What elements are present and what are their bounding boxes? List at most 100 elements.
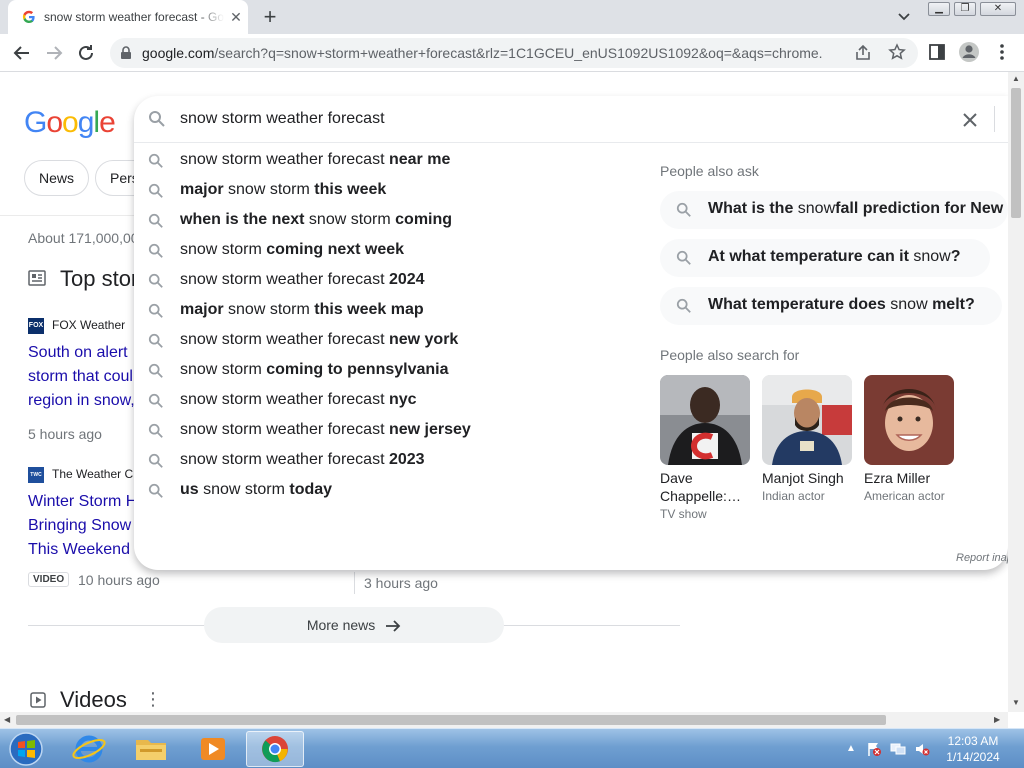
scroll-down-arrow-icon[interactable]: ▼	[1012, 698, 1020, 707]
bookmark-star-icon[interactable]	[888, 43, 906, 61]
suggestion-item[interactable]: snow storm weather forecast 2024	[134, 266, 634, 296]
person-photo	[864, 375, 954, 465]
search-icon	[148, 183, 164, 199]
video-badge: VIDEO	[28, 572, 70, 587]
suggestion-item[interactable]: snow storm weather forecast nyc	[134, 386, 634, 416]
reload-icon[interactable]	[74, 41, 98, 65]
report-inappropriate-link[interactable]: Report inap	[956, 552, 1013, 564]
search-icon	[148, 213, 164, 229]
news-title-line[interactable]: This Weekend	[28, 538, 148, 562]
result-stats: About 171,000,00	[28, 230, 139, 246]
more-menu-icon[interactable]	[994, 42, 1010, 62]
suggestion-text: snow storm weather forecast nyc	[180, 391, 417, 408]
top-stories-heading: Top stor	[60, 266, 139, 291]
scroll-left-arrow-icon[interactable]: ◀	[4, 715, 10, 724]
news-title-line[interactable]: South on alert	[28, 341, 148, 365]
person-description: Indian actor	[762, 489, 825, 503]
close-window-button[interactable]: ✕	[980, 2, 1016, 16]
person-card[interactable]: Manjot Singh Indian actor	[762, 375, 854, 505]
vertical-scrollbar[interactable]: ▲ ▼	[1008, 72, 1024, 712]
suggestion-text: snow storm weather forecast new york	[180, 331, 459, 348]
search-icon	[676, 250, 692, 266]
chip-news[interactable]: News	[24, 160, 90, 196]
vertical-scroll-thumb[interactable]	[1011, 88, 1021, 218]
media-player-icon[interactable]	[184, 731, 242, 767]
search-icon	[148, 333, 164, 349]
action-center-flag-icon[interactable]	[866, 741, 882, 757]
search-input[interactable]: snow storm weather forecast	[180, 110, 385, 128]
search-icon	[148, 453, 164, 469]
people-also-ask-item[interactable]: At what temperature can it snow?	[660, 239, 990, 277]
chrome-taskbar-icon[interactable]	[246, 731, 304, 767]
suggestion-item[interactable]: major snow storm this week map	[134, 296, 634, 326]
search-icon	[148, 423, 164, 439]
clock-date[interactable]: 1/14/2024	[944, 750, 1002, 764]
suggestion-text: when is the next snow storm coming	[180, 211, 453, 228]
google-favicon-icon	[22, 10, 36, 24]
restore-button[interactable]: ❐	[954, 2, 976, 16]
people-also-ask-item[interactable]: What temperature does snow melt?	[660, 287, 1002, 325]
news-source: FOX Weather	[52, 318, 126, 332]
internet-explorer-icon[interactable]	[60, 731, 118, 767]
side-panel-icon[interactable]	[928, 43, 946, 61]
more-news-button[interactable]: More news	[204, 607, 504, 643]
question-text: At what temperature can it snow?	[708, 248, 961, 265]
suggestion-text: major snow storm this week	[180, 181, 387, 198]
suggestion-item[interactable]: snow storm coming to pennsylvania	[134, 356, 634, 386]
search-icon	[148, 483, 164, 499]
person-name: Dave Chappelle:…	[660, 470, 741, 504]
suggestion-item[interactable]: snow storm weather forecast new york	[134, 326, 634, 356]
horizontal-scroll-thumb[interactable]	[16, 715, 886, 725]
back-arrow-icon[interactable]	[10, 41, 34, 65]
fox-weather-logo: FOX	[28, 318, 44, 334]
scroll-up-arrow-icon[interactable]: ▲	[1012, 74, 1020, 83]
file-explorer-icon[interactable]	[122, 731, 180, 767]
horizontal-scrollbar[interactable]: ◀ ▶	[0, 712, 1008, 728]
suggestion-item[interactable]: major snow storm this week	[134, 176, 634, 206]
videos-more-icon[interactable]: ⋮	[144, 690, 162, 708]
suggestion-item[interactable]: snow storm weather forecast new jersey	[134, 416, 634, 446]
minimize-button[interactable]: ▁	[928, 2, 950, 16]
search-suggestions-dropdown: snow storm weather forecast snow storm w…	[134, 96, 1013, 570]
search-icon	[148, 393, 164, 409]
search-icon	[676, 298, 692, 314]
suggestion-item[interactable]: snow storm weather forecast 2023	[134, 446, 634, 476]
suggestion-item[interactable]: snow storm weather forecast near me	[134, 146, 634, 176]
start-button[interactable]	[6, 731, 46, 767]
volume-muted-icon[interactable]	[914, 741, 930, 757]
suggestion-item[interactable]: snow storm coming next week	[134, 236, 634, 266]
forward-arrow-icon[interactable]	[42, 41, 66, 65]
news-title-line[interactable]: Winter Storm H	[28, 490, 148, 514]
person-card[interactable]: Ezra Miller American actor	[864, 375, 956, 505]
videos-heading: Videos	[60, 687, 127, 712]
clear-search-icon[interactable]	[960, 110, 980, 130]
person-name: Manjot Singh	[762, 470, 844, 486]
news-time: 3 hours ago	[364, 575, 438, 591]
share-icon[interactable]	[854, 44, 872, 62]
browser-tab[interactable]: snow storm weather forecast - Google Sea…	[8, 0, 248, 34]
address-bar[interactable]: google.com/search?q=snow+storm+weather+f…	[110, 38, 918, 68]
suggestion-item[interactable]: when is the next snow storm coming	[134, 206, 634, 236]
lock-icon[interactable]	[120, 46, 132, 60]
tray-expand-icon[interactable]: ▲	[846, 743, 856, 754]
network-icon[interactable]	[890, 741, 906, 757]
url-text[interactable]: google.com/search?q=snow+storm+weather+f…	[142, 45, 822, 61]
profile-avatar-icon[interactable]	[958, 41, 980, 63]
tab-close-icon[interactable]: ✕	[228, 9, 244, 25]
new-tab-button[interactable]: +	[258, 6, 282, 28]
news-title-line[interactable]: storm that coul	[28, 365, 148, 389]
person-card[interactable]: Dave Chappelle:… TV show	[660, 375, 752, 523]
suggestion-item[interactable]: us snow storm today	[134, 476, 634, 506]
news-title-line[interactable]: region in snow,	[28, 389, 148, 413]
news-time: 10 hours ago	[78, 572, 160, 588]
clock-time[interactable]: 12:03 AM	[944, 734, 1002, 748]
suggestion-text: snow storm weather forecast 2024	[180, 271, 425, 288]
scroll-right-arrow-icon[interactable]: ▶	[994, 715, 1000, 724]
people-also-ask-item[interactable]: What is the snowfall prediction for New	[660, 191, 1008, 229]
news-title-line[interactable]: Bringing Snow	[28, 514, 148, 538]
news-time: 5 hours ago	[28, 426, 102, 442]
question-text: What is the snowfall prediction for New	[708, 200, 1004, 217]
tab-search-chevron-icon[interactable]	[894, 8, 914, 26]
suggestion-text: snow storm weather forecast 2023	[180, 451, 425, 468]
google-logo[interactable]: Google	[24, 106, 116, 140]
